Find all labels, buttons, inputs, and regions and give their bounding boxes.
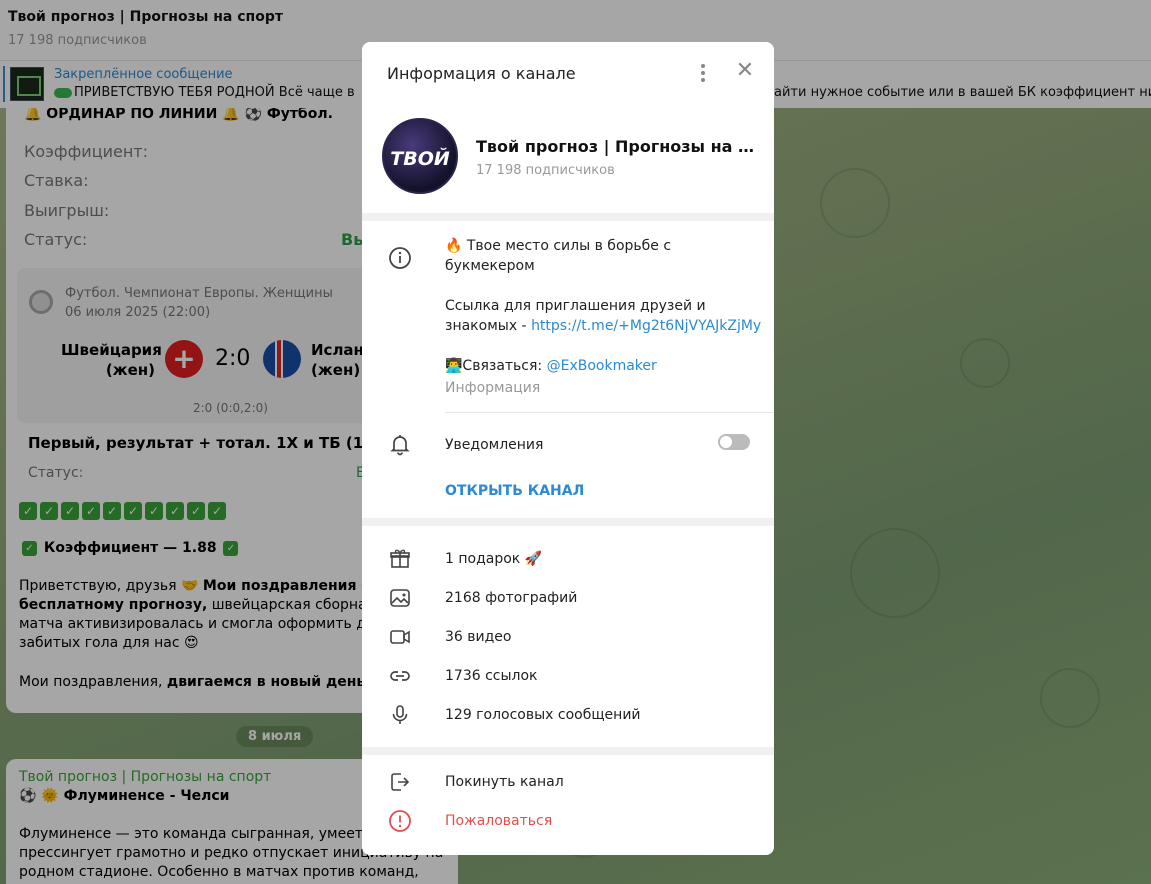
stat-gifts[interactable]: 1 подарок 🚀 (445, 549, 542, 569)
channel-avatar[interactable]: ТВОЙ (382, 118, 458, 194)
section-separator (362, 213, 774, 221)
mic-icon (392, 705, 408, 724)
channel-subscribers: 17 198 подписчиков (476, 163, 615, 178)
stat-videos[interactable]: 36 видео (445, 627, 511, 647)
channel-name: Твой прогноз | Прогнозы на с... (476, 137, 756, 156)
stat-links[interactable]: 1736 ссылок (445, 666, 538, 686)
more-options-icon[interactable] (700, 62, 706, 84)
desc-line: букмекером (445, 258, 535, 274)
section-separator (362, 747, 774, 755)
desc-line: Ссылка для приглашения друзей и (445, 298, 706, 314)
divider (445, 412, 774, 413)
photo-icon (390, 589, 410, 607)
desc-line: знакомых - https://t.me/+Mg2t6NjVYAJkZjM… (445, 316, 761, 336)
stat-voice[interactable]: 129 голосовых сообщений (445, 705, 641, 725)
invite-link[interactable]: https://t.me/+Mg2t6NjVYAJkZjMy (531, 318, 761, 334)
contact-link[interactable]: @ExBookmaker (547, 358, 657, 374)
desc-text: знакомых - (445, 318, 532, 334)
notifications-label: Уведомления (445, 437, 544, 453)
stat-photos[interactable]: 2168 фотографий (445, 588, 577, 608)
avatar-text: ТВОЙ (390, 148, 450, 170)
report-icon (389, 810, 411, 832)
bell-icon (390, 435, 410, 456)
leave-icon (391, 773, 410, 791)
video-icon (390, 630, 410, 644)
report-button[interactable]: Пожаловаться (445, 811, 552, 831)
dialog-title: Информация о канале (387, 64, 576, 83)
section-separator (362, 518, 774, 526)
desc-line: 👨‍💻Связаться: @ExBookmaker (445, 356, 761, 376)
leave-channel-button[interactable]: Покинуть канал (445, 772, 564, 792)
info-label: Информация (445, 380, 541, 396)
desc-text: 👨‍💻Связаться: (445, 358, 547, 374)
open-channel-button[interactable]: ОТКРЫТЬ КАНАЛ (445, 483, 584, 499)
info-icon (389, 247, 411, 269)
channel-info-dialog: Информация о канале ✕ ТВОЙ Твой прогноз … (362, 42, 774, 855)
link-icon (390, 671, 410, 681)
channel-description: 🔥 Твое место силы в борьбе с букмекером … (445, 236, 761, 398)
gift-icon (390, 549, 410, 568)
close-icon[interactable]: ✕ (734, 60, 756, 82)
notifications-toggle[interactable] (718, 434, 750, 450)
desc-line: 🔥 Твое место силы в борьбе с (445, 238, 672, 254)
